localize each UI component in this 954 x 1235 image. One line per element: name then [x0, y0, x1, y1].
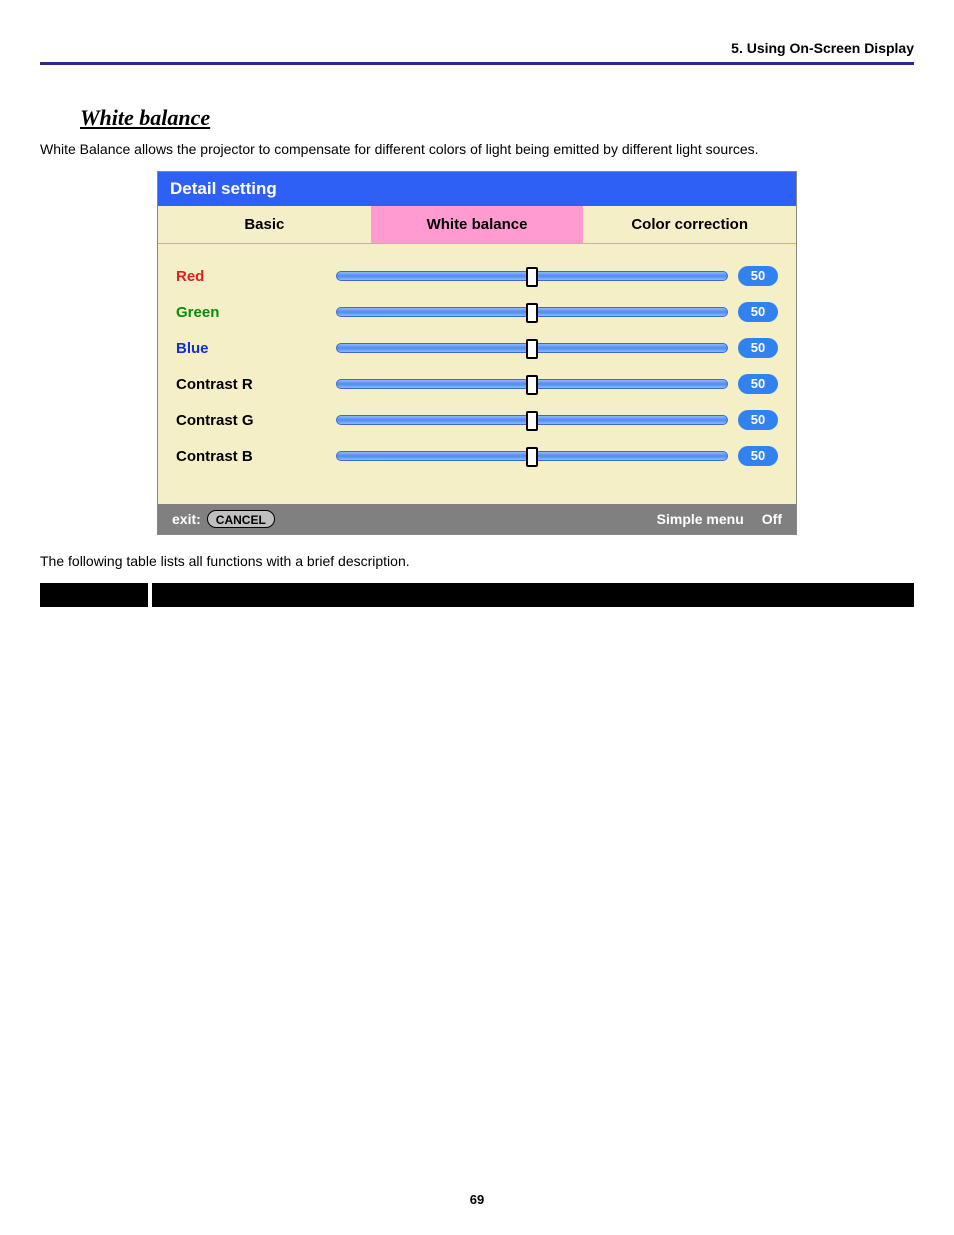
- table-header-col2: [150, 583, 914, 607]
- osd-row: Contrast B 50: [176, 438, 778, 474]
- slider-thumb[interactable]: [526, 447, 538, 467]
- slider-value: 50: [738, 410, 778, 430]
- slider-track[interactable]: [336, 343, 728, 353]
- slider-thumb[interactable]: [526, 375, 538, 395]
- slider-wrap: 50: [336, 374, 778, 394]
- osd-row: Contrast G 50: [176, 402, 778, 438]
- osd-body: Red50Green50Blue50Contrast R50Contrast G…: [158, 244, 796, 504]
- page-number: 69: [0, 1192, 954, 1207]
- osd-tabs: Basic White balance Color correction: [158, 206, 796, 244]
- slider-value: 50: [738, 338, 778, 358]
- tab-basic[interactable]: Basic: [158, 206, 371, 243]
- slider-value: 50: [738, 302, 778, 322]
- slider-track[interactable]: [336, 379, 728, 389]
- osd-row: Contrast R 50: [176, 366, 778, 402]
- slider-label: Red: [176, 268, 336, 285]
- tab-color-correction[interactable]: Color correction: [583, 206, 796, 243]
- slider-track[interactable]: [336, 271, 728, 281]
- slider-wrap: 50: [336, 446, 778, 466]
- chapter-label: 5. Using On-Screen Display: [731, 40, 914, 56]
- slider-wrap: 50: [336, 266, 778, 286]
- simple-menu-label: Simple menu: [657, 511, 744, 527]
- slider-wrap: 50: [336, 338, 778, 358]
- section-title: White balance: [80, 105, 914, 131]
- slider-value: 50: [738, 446, 778, 466]
- slider-label: Contrast B: [176, 448, 336, 465]
- slider-track[interactable]: [336, 307, 728, 317]
- osd-window: Detail setting Basic White balance Color…: [157, 171, 797, 535]
- simple-menu-value: Off: [762, 511, 782, 527]
- osd-row: Blue 50: [176, 330, 778, 366]
- slider-thumb[interactable]: [526, 267, 538, 287]
- intro-text: White Balance allows the projector to co…: [40, 141, 914, 157]
- osd-title: Detail setting: [158, 172, 796, 206]
- slider-track[interactable]: [336, 415, 728, 425]
- slider-label: Contrast R: [176, 376, 336, 393]
- slider-track[interactable]: [336, 451, 728, 461]
- slider-label: Contrast G: [176, 412, 336, 429]
- exit-label: exit:: [172, 511, 201, 527]
- slider-thumb[interactable]: [526, 339, 538, 359]
- page-header: 5. Using On-Screen Display: [40, 40, 914, 65]
- slider-value: 50: [738, 374, 778, 394]
- slider-thumb[interactable]: [526, 303, 538, 323]
- slider-value: 50: [738, 266, 778, 286]
- osd-footer: exit: CANCEL Simple menu Off: [158, 504, 796, 534]
- osd-row: Red 50: [176, 258, 778, 294]
- slider-wrap: 50: [336, 302, 778, 322]
- osd-row: Green 50: [176, 294, 778, 330]
- table-header-col1: [40, 583, 150, 607]
- function-table: [40, 583, 914, 607]
- tab-white-balance[interactable]: White balance: [371, 206, 584, 243]
- slider-thumb[interactable]: [526, 411, 538, 431]
- slider-label: Blue: [176, 340, 336, 357]
- slider-label: Green: [176, 304, 336, 321]
- cancel-button[interactable]: CANCEL: [207, 510, 275, 528]
- post-text: The following table lists all functions …: [40, 553, 914, 569]
- slider-wrap: 50: [336, 410, 778, 430]
